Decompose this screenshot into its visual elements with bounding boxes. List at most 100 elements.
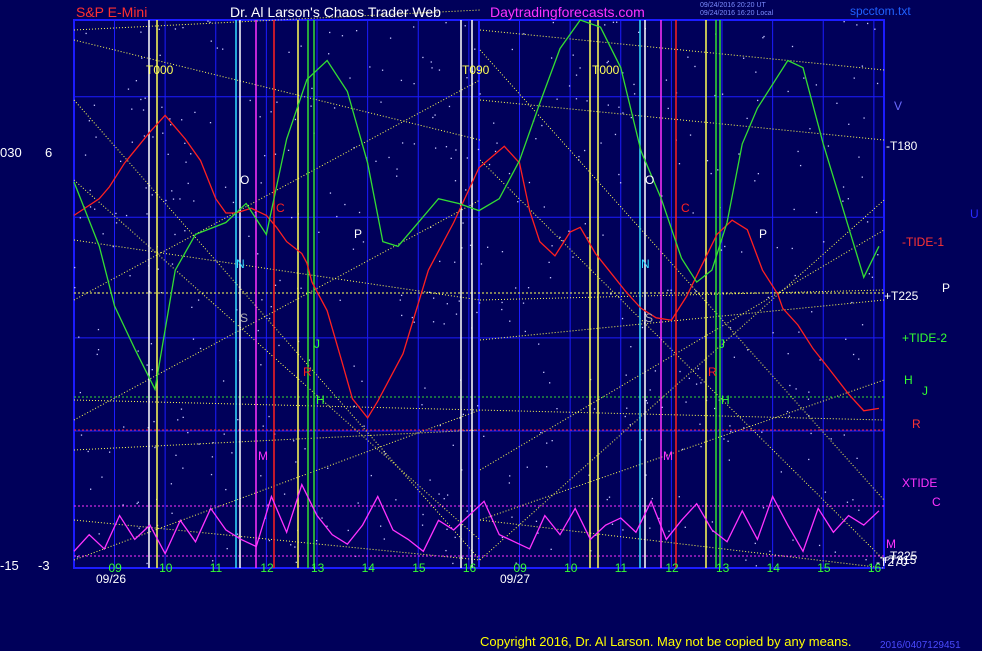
star-dot xyxy=(868,273,870,275)
date-day1: 09/26 xyxy=(96,572,127,586)
geometry-line xyxy=(73,99,481,561)
star-dot xyxy=(190,153,192,155)
star-dot xyxy=(232,201,235,204)
star-dot xyxy=(85,32,87,35)
star-dot xyxy=(455,313,458,315)
star-dot xyxy=(197,299,200,301)
star-dot xyxy=(187,431,189,434)
star-dot xyxy=(154,446,156,449)
star-dot xyxy=(452,444,454,446)
star-dot xyxy=(87,450,89,453)
star-dot xyxy=(167,153,169,155)
star-dot xyxy=(207,20,209,22)
star-dot xyxy=(210,40,212,42)
event-label: H xyxy=(316,393,325,407)
star-dot xyxy=(480,263,483,265)
star-dot xyxy=(395,499,397,501)
star-dot xyxy=(780,471,782,473)
right-label: C xyxy=(932,495,941,509)
star-dot xyxy=(341,35,344,37)
star-dot xyxy=(260,475,262,477)
star-dot xyxy=(602,234,604,236)
star-dot xyxy=(172,198,175,200)
star-dot xyxy=(294,546,296,548)
star-dot xyxy=(575,74,578,76)
star-dot xyxy=(169,118,171,120)
star-dot xyxy=(413,321,415,323)
star-dot xyxy=(396,168,398,170)
star-dot xyxy=(548,261,550,264)
star-dot xyxy=(583,149,586,152)
star-dot xyxy=(224,186,227,188)
star-dot xyxy=(798,331,800,333)
star-dot xyxy=(649,389,651,391)
star-dot xyxy=(556,407,558,410)
star-dot xyxy=(517,201,519,203)
star-dot xyxy=(146,364,148,366)
star-dot xyxy=(129,275,131,277)
star-dot xyxy=(667,107,669,110)
star-dot xyxy=(290,544,292,546)
star-dot xyxy=(757,99,759,102)
star-dot xyxy=(79,217,81,219)
star-dot xyxy=(851,301,853,304)
star-dot xyxy=(143,135,146,137)
star-dot xyxy=(866,221,869,223)
geometry-line xyxy=(73,239,481,301)
star-dot xyxy=(618,173,620,176)
day-marker-label: T000 xyxy=(592,63,620,77)
star-dot xyxy=(619,182,622,184)
event-label: P xyxy=(759,227,767,241)
star-dot xyxy=(755,565,758,567)
star-dot xyxy=(511,48,513,51)
star-dot xyxy=(432,116,434,119)
star-dot xyxy=(159,54,161,56)
star-dot xyxy=(815,84,818,86)
star-dot xyxy=(545,466,548,468)
star-dot xyxy=(538,343,540,345)
star-dot xyxy=(438,69,441,71)
star-dot xyxy=(618,106,620,108)
star-dot xyxy=(153,420,155,423)
star-dot xyxy=(867,22,869,25)
star-dot xyxy=(604,24,606,26)
timestamp-local: 09/24/2016 16:20 Local xyxy=(700,10,774,17)
star-dot xyxy=(836,102,838,104)
star-dot xyxy=(141,57,143,59)
star-dot xyxy=(556,98,558,100)
star-dot xyxy=(369,66,371,68)
star-dot xyxy=(185,161,187,163)
star-dot xyxy=(349,77,351,79)
star-dot xyxy=(179,198,181,200)
star-dot xyxy=(494,150,497,153)
star-dot xyxy=(157,268,159,270)
star-dot xyxy=(310,105,312,107)
star-dot xyxy=(222,380,225,382)
star-dot xyxy=(477,405,479,407)
star-dot xyxy=(793,208,795,211)
star-dot xyxy=(434,114,436,116)
star-dot xyxy=(788,415,791,417)
hour-tick-label: 15 xyxy=(412,561,426,575)
date-day2: 09/27 xyxy=(500,572,531,586)
star-dot xyxy=(815,211,818,214)
star-dot xyxy=(763,35,765,38)
star-dot xyxy=(876,82,879,85)
star-dot xyxy=(450,157,452,160)
star-dot xyxy=(819,359,821,361)
star-dot xyxy=(151,194,153,196)
star-dot xyxy=(700,445,702,448)
star-dot xyxy=(830,438,832,440)
star-dot xyxy=(431,67,433,69)
star-dot xyxy=(225,488,227,491)
star-dot xyxy=(608,496,611,498)
star-dot xyxy=(721,93,724,95)
star-dot xyxy=(264,154,266,157)
star-dot xyxy=(122,504,124,506)
star-dot xyxy=(745,559,747,561)
star-dot xyxy=(454,180,457,182)
right-label: +T315 xyxy=(882,553,917,567)
star-dot xyxy=(318,231,320,233)
star-dot xyxy=(145,187,147,189)
star-dot xyxy=(125,214,128,217)
